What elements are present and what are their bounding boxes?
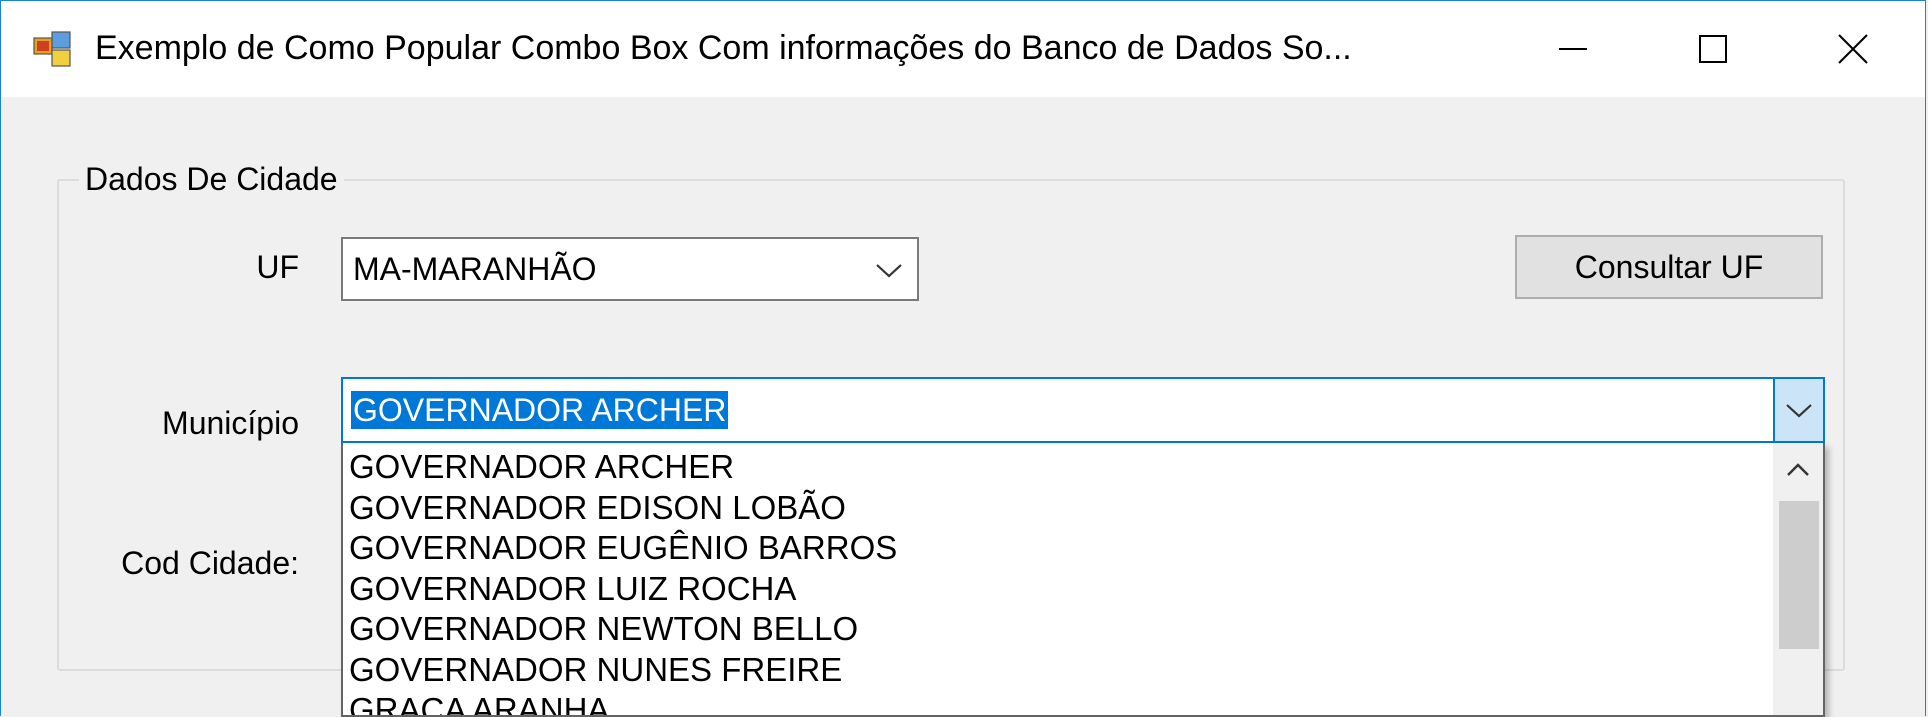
maximize-button[interactable] [1643, 1, 1783, 97]
municipio-combobox[interactable]: GOVERNADOR ARCHER [341, 377, 1825, 443]
chevron-down-icon [1786, 404, 1812, 418]
list-item[interactable]: GRAÇA ARANHA [349, 690, 897, 715]
list-item[interactable]: GOVERNADOR NEWTON BELLO [349, 609, 897, 650]
vertical-scrollbar[interactable] [1773, 443, 1823, 715]
municipio-dropdown-button[interactable] [1773, 379, 1823, 441]
municipio-label: Município [162, 405, 299, 441]
scroll-up-button[interactable] [1773, 447, 1823, 493]
maximize-icon [1699, 35, 1727, 63]
list-item[interactable]: GOVERNADOR EUGÊNIO BARROS [349, 528, 897, 569]
uf-combobox[interactable]: MA-MARANHÃO [341, 237, 919, 301]
cod-cidade-label: Cod Cidade: [121, 545, 299, 581]
close-button[interactable] [1783, 1, 1923, 97]
chevron-up-icon [1787, 463, 1809, 476]
app-window: Exemplo de Como Popular Combo Box Com in… [0, 0, 1926, 717]
municipio-dropdown-list[interactable]: GOVERNADOR ARCHER GOVERNADOR EDISON LOBÃ… [341, 443, 1825, 717]
list-item[interactable]: GOVERNADOR EDISON LOBÃO [349, 488, 897, 529]
uf-combobox-value: MA-MARANHÃO [353, 251, 597, 287]
list-item[interactable]: GOVERNADOR LUIZ ROCHA [349, 569, 897, 610]
uf-label: UF [256, 249, 299, 285]
consultar-uf-button[interactable]: Consultar UF [1515, 235, 1823, 299]
title-bar[interactable]: Exemplo de Como Popular Combo Box Com in… [1, 1, 1925, 97]
list-item[interactable]: GOVERNADOR ARCHER [349, 447, 897, 488]
window-title: Exemplo de Como Popular Combo Box Com in… [95, 29, 1352, 67]
minimize-button[interactable] [1503, 1, 1643, 97]
scrollbar-thumb[interactable] [1779, 501, 1819, 649]
minimize-icon [1559, 48, 1587, 50]
close-icon [1838, 34, 1868, 64]
chevron-down-icon[interactable] [869, 253, 909, 287]
municipio-combobox-value[interactable]: GOVERNADOR ARCHER [351, 391, 729, 429]
list-item[interactable]: GOVERNADOR NUNES FREIRE [349, 650, 897, 691]
group-title: Dados De Cidade [79, 161, 344, 198]
app-icon [33, 31, 71, 67]
dropdown-items: GOVERNADOR ARCHER GOVERNADOR EDISON LOBÃ… [349, 447, 897, 715]
